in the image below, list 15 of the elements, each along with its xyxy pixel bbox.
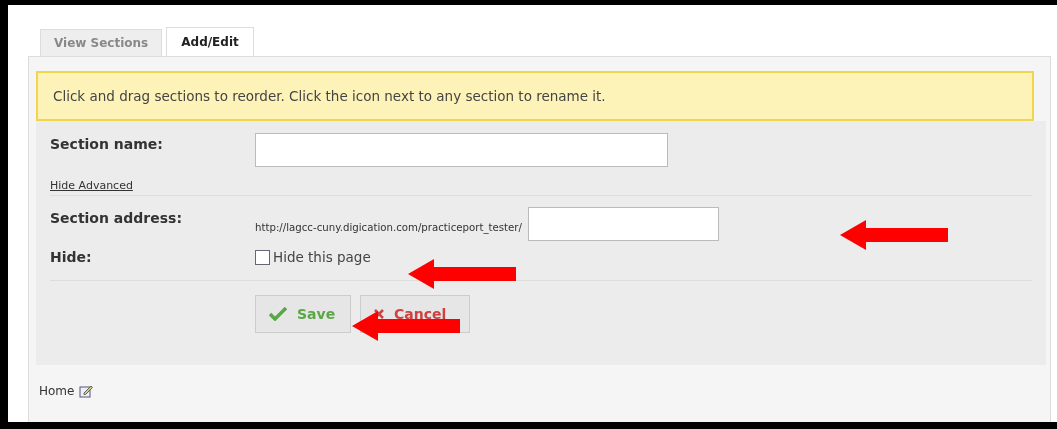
input-field[interactable]	[255, 133, 668, 167]
edit-icon[interactable]	[79, 384, 94, 398]
checkbox-label: Hide this page	[273, 249, 371, 265]
field-label: Section address:	[50, 210, 183, 226]
home-link[interactable]: Home	[39, 384, 75, 398]
field-label: Hide:	[50, 249, 93, 265]
notice-banner: Click and drag sections to reorder. Click the icon next to any section to rename it.	[36, 71, 1034, 121]
tab[interactable]: Add/Edit	[166, 27, 254, 56]
cross-icon	[374, 309, 384, 319]
input-field[interactable]	[527, 207, 719, 241]
field-label: Section name:	[50, 135, 164, 152]
hide-advanced-link[interactable]: Hide Advanced	[50, 179, 133, 192]
check-icon	[269, 307, 287, 321]
checkbox[interactable]	[255, 249, 270, 265]
url-text: http://lagcc-cuny.digication.com/practiceport_tester/	[255, 220, 522, 233]
